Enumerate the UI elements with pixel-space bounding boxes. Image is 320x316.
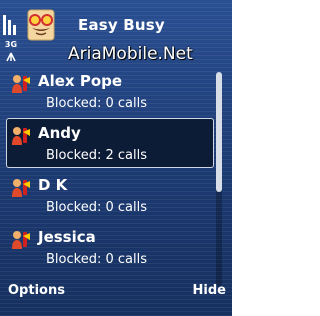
network-type-label: 3G xyxy=(4,40,18,49)
contact-list: Alex Pope Blocked: 0 calls Andy Blocked:… xyxy=(0,66,214,274)
watermark-text: AriaMobile.Net xyxy=(68,44,193,64)
list-item-jessica[interactable]: Jessica Blocked: 0 calls xyxy=(0,222,214,274)
contact-status: Blocked: 0 calls xyxy=(46,252,147,267)
contact-status: Blocked: 0 calls xyxy=(46,96,147,111)
blocked-contact-icon xyxy=(12,231,30,249)
scrollbar-thumb[interactable] xyxy=(216,72,222,192)
app-header: 3G Easy Busy AriaMobile.Net xyxy=(0,0,232,66)
phone-screen: 3G Easy Busy AriaMobile.Net Alex Pope Bl… xyxy=(0,0,232,316)
contact-status: Blocked: 0 calls xyxy=(46,200,147,215)
app-logo-icon xyxy=(27,9,55,41)
contact-name: D K xyxy=(38,176,68,194)
blocked-contact-icon xyxy=(12,127,30,145)
app-title: Easy Busy xyxy=(78,16,165,34)
list-item-d-k[interactable]: D K Blocked: 0 calls xyxy=(0,170,214,222)
contact-status: Blocked: 2 calls xyxy=(46,148,147,163)
list-scrollbar[interactable] xyxy=(216,72,222,286)
contact-name: Alex Pope xyxy=(38,72,123,90)
contact-name: Jessica xyxy=(38,228,96,246)
blocked-contact-icon xyxy=(12,179,30,197)
signal-strength-icon xyxy=(3,15,16,35)
list-item-andy[interactable]: Andy Blocked: 2 calls xyxy=(0,118,214,170)
list-item-alex-pope[interactable]: Alex Pope Blocked: 0 calls xyxy=(0,66,214,118)
contact-name: Andy xyxy=(38,124,81,142)
blocked-contact-icon xyxy=(12,75,30,93)
antenna-icon xyxy=(6,52,16,62)
hide-softkey[interactable]: Hide xyxy=(193,283,226,298)
options-softkey[interactable]: Options xyxy=(8,283,65,298)
